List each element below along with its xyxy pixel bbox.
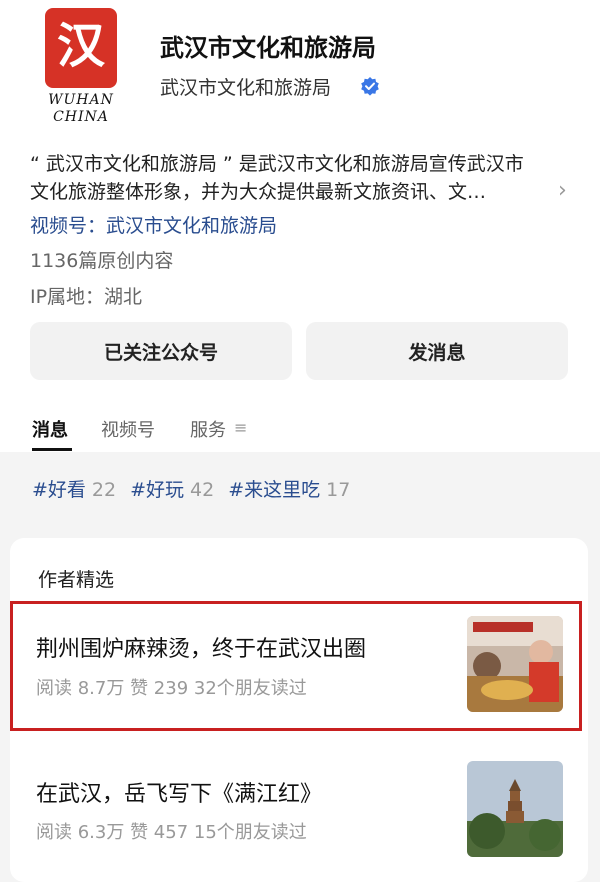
article-title[interactable]: 荆州围炉麻辣烫，终于在武汉出圈	[36, 631, 366, 663]
expand-description-chevron-icon[interactable]: ›	[558, 178, 567, 203]
article-thumbnail[interactable]	[467, 616, 563, 712]
article-meta: 阅读 8.7万 赞 239 32个朋友读过	[36, 678, 307, 699]
followed-button[interactable]: 已关注公众号	[30, 322, 292, 380]
tag-item[interactable]: #好看 22	[32, 475, 116, 502]
tab-service[interactable]: 服务	[190, 416, 226, 442]
account-title: 武汉市文化和旅游局	[160, 34, 376, 62]
article-thumbnail[interactable]	[467, 761, 563, 857]
logo-badge: 汉	[45, 8, 117, 88]
account-description-line2: 文化旅游整体形象，并为大众提供最新文旅资讯、文…	[30, 181, 487, 203]
tag-item[interactable]: #好玩 42	[130, 475, 214, 502]
active-tab-indicator	[32, 448, 72, 451]
verified-icon	[360, 76, 380, 96]
menu-icon[interactable]: ≡	[234, 418, 247, 437]
account-logo: 汉 WUHAN CHINA	[40, 8, 122, 125]
featured-title: 作者精选	[38, 569, 115, 591]
video-channel-prefix: 视频号：	[30, 215, 107, 237]
original-count: 1136篇原创内容	[30, 250, 174, 272]
logo-glyph: 汉	[56, 18, 105, 74]
tab-video[interactable]: 视频号	[101, 416, 155, 442]
account-description-line1: “ 武汉市文化和旅游局 ” 是武汉市文化和旅游局宣传武汉市	[30, 153, 524, 175]
article-title[interactable]: 在武汉，岳飞写下《满江红》	[36, 776, 322, 808]
tag-item[interactable]: #来这里吃 17	[228, 475, 350, 502]
video-channel-link[interactable]: 武汉市文化和旅游局	[106, 215, 277, 237]
account-subtitle[interactable]: 武汉市文化和旅游局	[160, 73, 331, 100]
ip-location: IP属地：湖北	[30, 286, 143, 308]
video-channel-row[interactable]: 视频号：武汉市文化和旅游局	[30, 211, 277, 238]
logo-text-line1: WUHAN	[48, 92, 114, 108]
tag-list: #好看 22 #好玩 42 #来这里吃 17	[32, 475, 350, 502]
tab-messages[interactable]: 消息	[32, 416, 68, 442]
article-meta: 阅读 6.3万 赞 457 15个朋友读过	[36, 822, 307, 843]
logo-text-line2: CHINA	[53, 109, 109, 125]
send-message-button[interactable]: 发消息	[306, 322, 568, 380]
